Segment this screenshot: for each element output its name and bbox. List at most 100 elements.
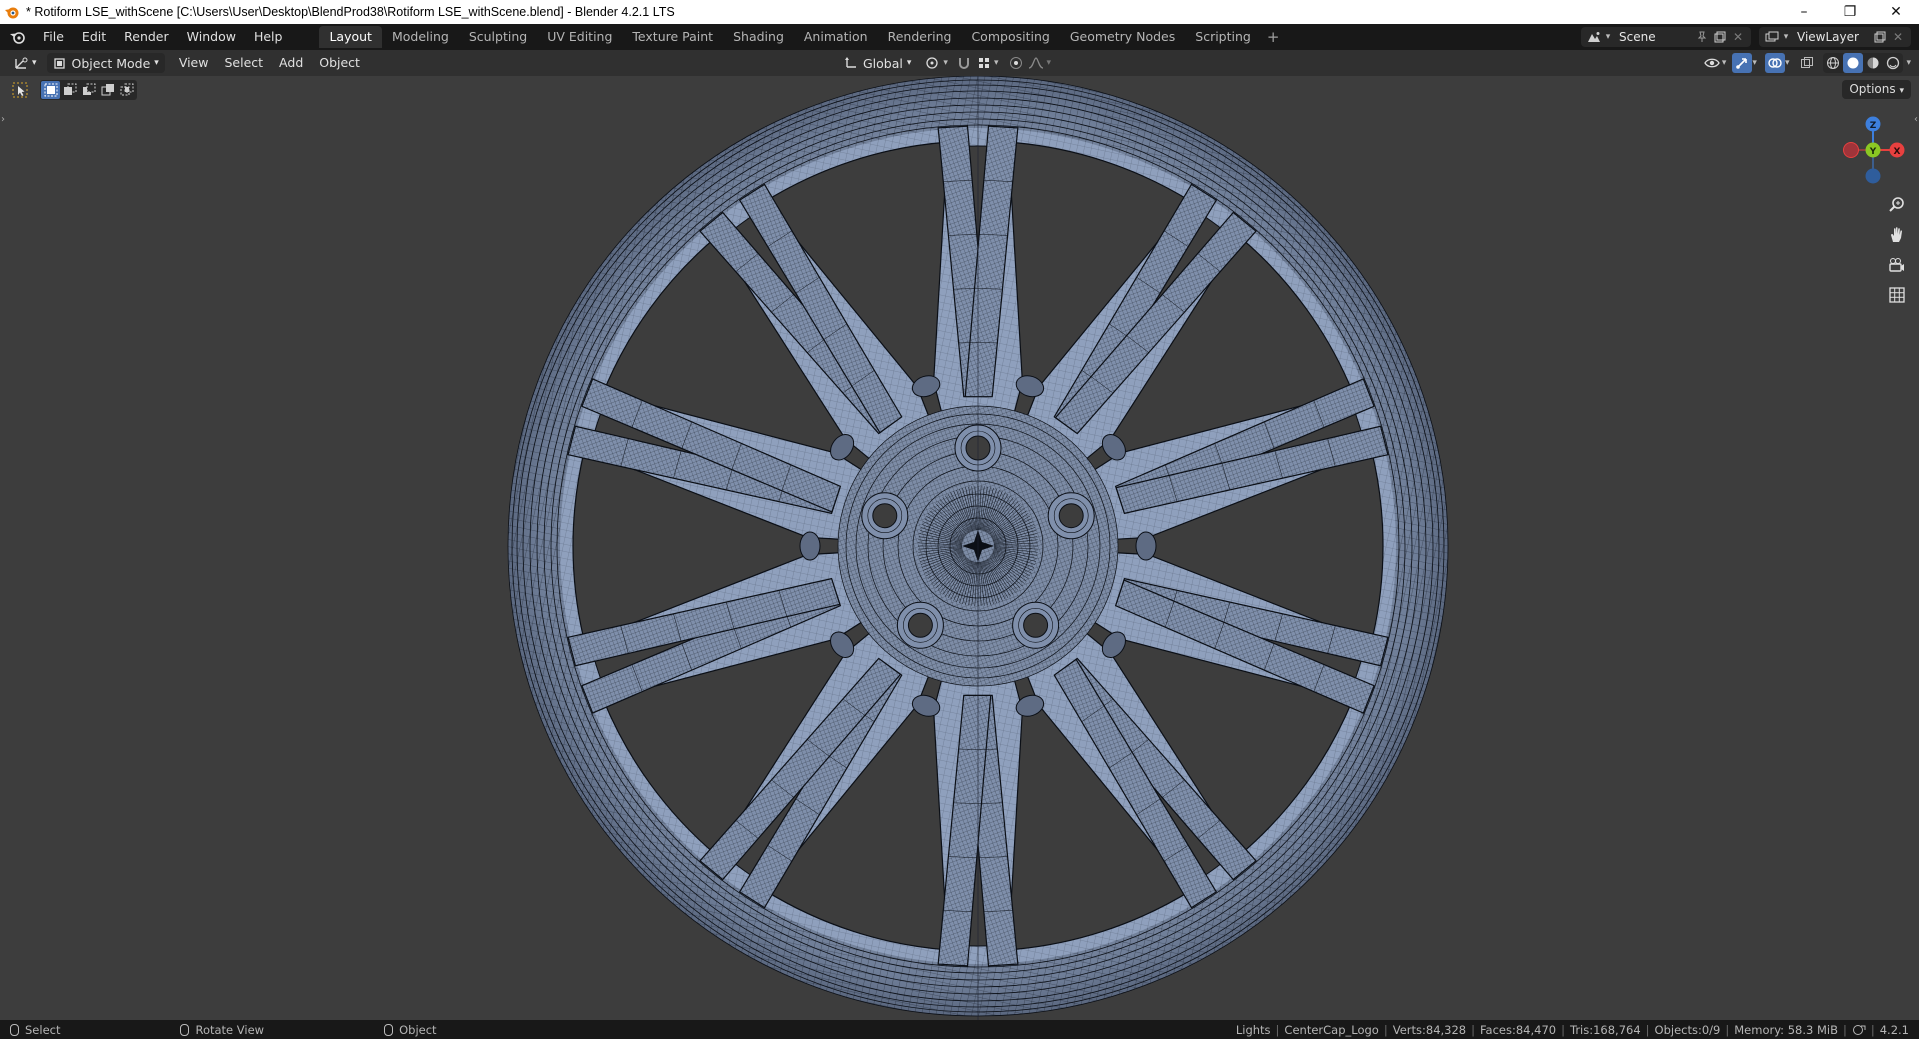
blender-menu-icon[interactable] xyxy=(0,24,34,50)
tab-animation[interactable]: Animation xyxy=(794,26,878,48)
wireframe-shading-icon[interactable] xyxy=(1823,53,1843,73)
view-layer-icon xyxy=(1763,28,1781,46)
hint-select-label: Select xyxy=(25,1022,61,1037)
add-workspace-button[interactable]: + xyxy=(1261,26,1286,48)
select-tool-icon[interactable] xyxy=(10,80,30,100)
lug-hole xyxy=(1058,503,1084,529)
gizmo-neg-z[interactable] xyxy=(1865,168,1881,184)
pin-icon[interactable] xyxy=(1693,28,1711,46)
tab-layout[interactable]: Layout xyxy=(319,26,382,48)
gizmo-z-label: Z xyxy=(1870,121,1877,131)
menu-edit[interactable]: Edit xyxy=(73,26,115,48)
chevron-down-icon: ▾ xyxy=(1605,32,1611,42)
menu-help[interactable]: Help xyxy=(245,26,292,48)
snap-toggle-icon[interactable] xyxy=(954,53,974,73)
visibility-icon[interactable] xyxy=(1702,53,1722,73)
editor-type-button[interactable]: ▾ xyxy=(8,53,43,73)
new-view-layer-icon[interactable] xyxy=(1871,28,1889,46)
viewport-header: ▾ Object Mode ▾ View Select Add Object G… xyxy=(0,50,1919,76)
top-menubar: File Edit Render Window Help Layout Mode… xyxy=(0,24,1919,50)
close-icon[interactable]: ✕ xyxy=(1729,28,1747,46)
solid-shading-icon[interactable] xyxy=(1843,53,1864,73)
tab-shading[interactable]: Shading xyxy=(723,26,794,48)
menu-window[interactable]: Window xyxy=(178,26,245,48)
orientation-label: Global xyxy=(863,55,903,71)
new-scene-icon[interactable] xyxy=(1711,28,1729,46)
xray-toggle-icon[interactable] xyxy=(1797,53,1817,73)
tab-scripting[interactable]: Scripting xyxy=(1185,26,1261,48)
scene-name: Scene xyxy=(1619,30,1656,44)
spoke-pocket xyxy=(799,531,821,561)
close-icon[interactable]: ✕ xyxy=(1889,28,1907,46)
restore-button[interactable]: ❐ xyxy=(1827,0,1873,24)
navigation-gizmo[interactable]: Z X Y xyxy=(1831,110,1911,190)
mode-label: Object Mode xyxy=(71,55,151,71)
tab-uv-editing[interactable]: UV Editing xyxy=(537,26,622,48)
hint-select: Select xyxy=(10,1023,60,1037)
orientation-icon xyxy=(845,57,856,68)
menu-object[interactable]: Object xyxy=(311,53,368,73)
menu-view[interactable]: View xyxy=(171,53,217,73)
menu-render[interactable]: Render xyxy=(115,26,178,48)
pan-hand-icon[interactable] xyxy=(1885,223,1909,247)
3d-viewport[interactable]: › ‹ Options ▾ Z X Y xyxy=(0,76,1919,1020)
tab-geometry-nodes[interactable]: Geometry Nodes xyxy=(1060,26,1185,48)
scene-selector[interactable]: ▾ Scene ✕ xyxy=(1581,27,1751,47)
status-memory: Memory: 58.3 MiB xyxy=(1734,1022,1838,1037)
pivot-point-icon[interactable] xyxy=(923,53,943,73)
close-window-button[interactable]: ✕ xyxy=(1873,0,1919,24)
view-layer-selector[interactable]: ▾ ViewLayer ✕ xyxy=(1759,27,1911,47)
menu-add[interactable]: Add xyxy=(271,53,311,73)
tab-modeling[interactable]: Modeling xyxy=(382,26,459,48)
proportional-edit-icon[interactable] xyxy=(1006,53,1026,73)
chevron-down-icon: ▾ xyxy=(993,58,999,68)
hint-object: Object xyxy=(384,1023,437,1037)
gpu-icon xyxy=(1852,1024,1866,1035)
options-dropdown[interactable]: Options ▾ xyxy=(1842,80,1911,99)
mouse-left-icon xyxy=(10,1023,19,1036)
options-label: Options xyxy=(1849,82,1896,96)
perspective-grid-icon[interactable] xyxy=(1885,283,1909,307)
chevron-down-icon: ▾ xyxy=(1752,58,1757,68)
select-extend-icon[interactable] xyxy=(60,81,79,99)
falloff-icon[interactable] xyxy=(1026,53,1046,73)
tab-sculpting[interactable]: Sculpting xyxy=(459,26,537,48)
status-bar: Select Rotate View Object Lights | Center… xyxy=(0,1020,1919,1039)
gizmo-x-label: X xyxy=(1894,147,1901,157)
status-verts: Verts:84,328 xyxy=(1392,1022,1467,1037)
select-new-icon[interactable] xyxy=(41,81,60,99)
chevron-down-icon: ▾ xyxy=(906,58,912,68)
rendered-shading-icon[interactable] xyxy=(1883,53,1903,73)
camera-view-icon[interactable] xyxy=(1885,253,1909,277)
gizmo-neg-x[interactable] xyxy=(1843,142,1859,158)
chevron-down-icon: ▾ xyxy=(32,58,37,68)
mode-dropdown[interactable]: Object Mode ▾ xyxy=(46,53,165,73)
material-shading-icon[interactable] xyxy=(1863,53,1883,73)
overlays-toggle-icon[interactable] xyxy=(1764,53,1785,73)
toolbar-expand-icon[interactable]: › xyxy=(1,114,5,125)
menu-select[interactable]: Select xyxy=(216,53,271,73)
sidebar-expand-icon[interactable]: ‹ xyxy=(1914,114,1918,125)
tab-rendering[interactable]: Rendering xyxy=(878,26,962,48)
mouse-middle-icon xyxy=(180,1023,190,1036)
lug-hole xyxy=(1023,612,1049,638)
select-invert-icon[interactable] xyxy=(98,81,117,99)
wheel-model[interactable] xyxy=(0,76,1919,1020)
snap-increment-icon[interactable] xyxy=(974,53,994,73)
select-subtract-icon[interactable] xyxy=(79,81,98,99)
lug-hole xyxy=(872,503,898,529)
minimize-button[interactable]: – xyxy=(1781,0,1827,24)
tab-compositing[interactable]: Compositing xyxy=(961,26,1059,48)
mouse-right-icon xyxy=(384,1023,394,1036)
menu-file[interactable]: File xyxy=(34,26,73,48)
shading-mode-group xyxy=(1823,53,1904,73)
view-layer-name: ViewLayer xyxy=(1797,30,1859,44)
status-faces: Faces:84,470 xyxy=(1480,1022,1557,1037)
select-intersect-icon[interactable] xyxy=(117,81,136,99)
tab-texture-paint[interactable]: Texture Paint xyxy=(622,26,723,48)
chevron-down-icon: ▾ xyxy=(1783,32,1789,42)
zoom-icon[interactable] xyxy=(1885,193,1909,217)
transform-orientation-dropdown[interactable]: Global ▾ xyxy=(838,53,917,73)
workspace-tabs: Layout Modeling Sculpting UV Editing Tex… xyxy=(319,26,1285,48)
gizmo-toggle-icon[interactable] xyxy=(1732,53,1753,73)
